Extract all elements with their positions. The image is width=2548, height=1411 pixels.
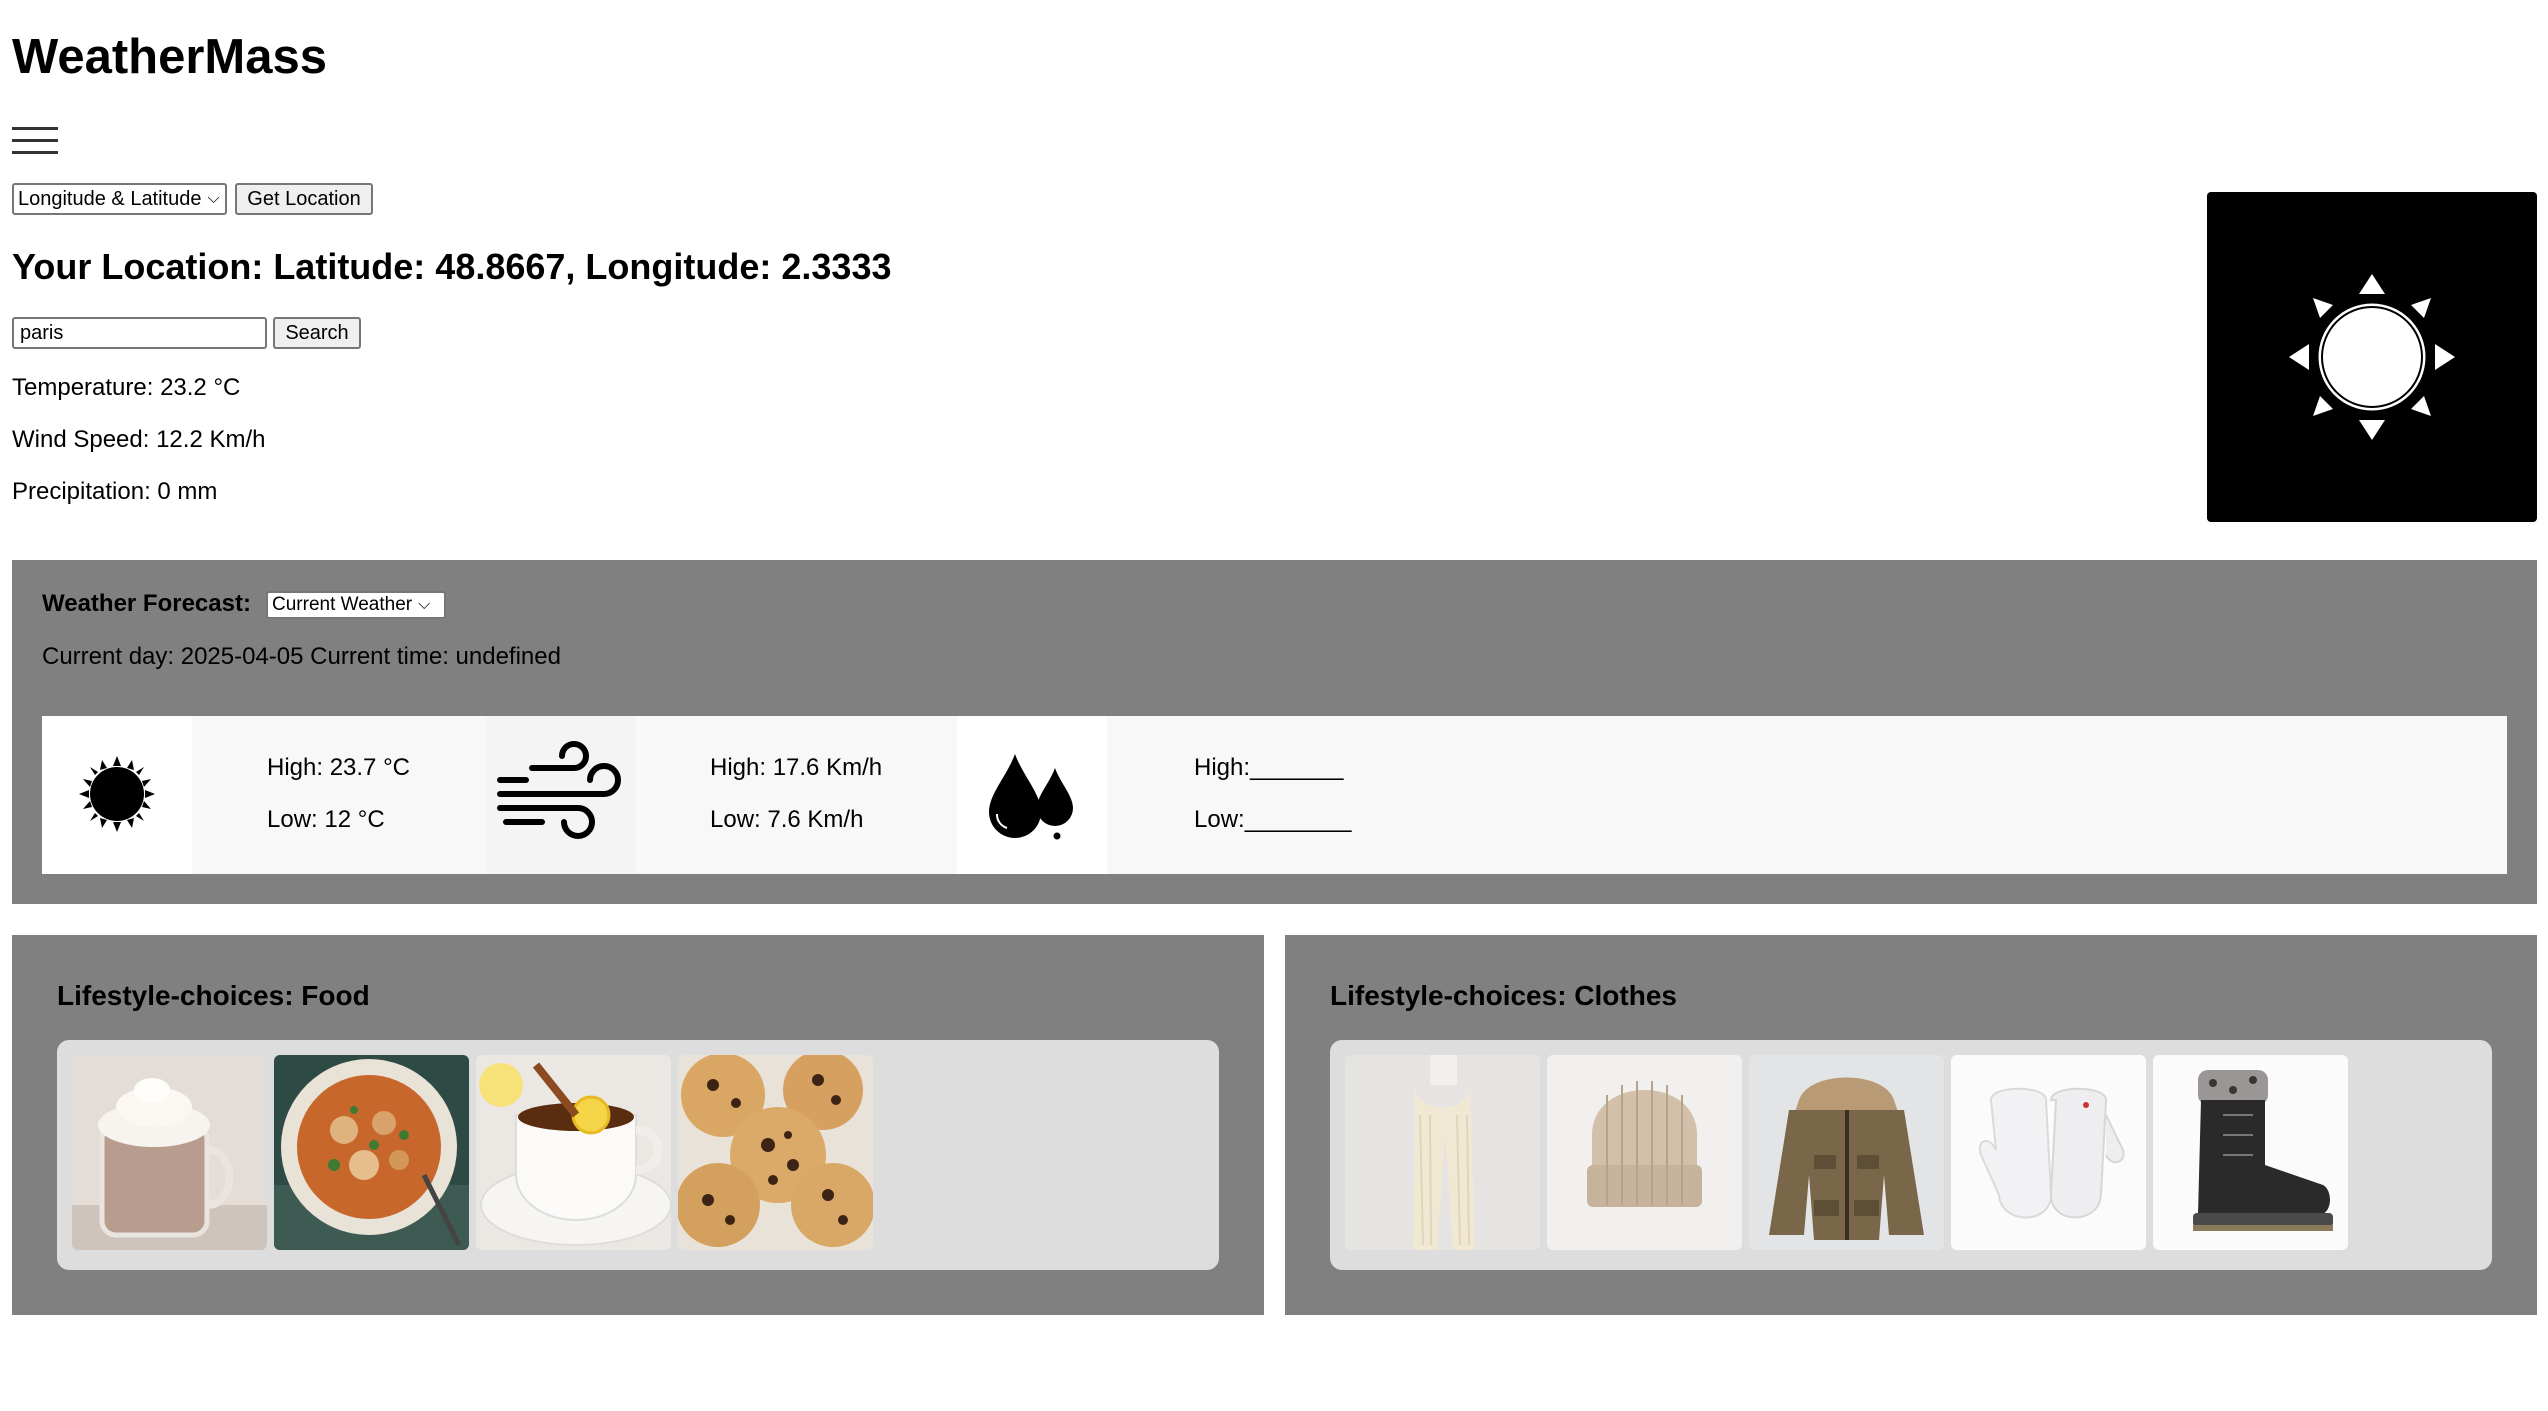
chevron-down-icon: ⌵ [207,190,220,207]
sun-icon [79,756,155,832]
scarf-image[interactable] [1345,1055,1540,1250]
parka-jacket-image[interactable] [1749,1055,1944,1250]
winter-boots-image[interactable] [2153,1055,2348,1250]
current-weather-image [2207,192,2537,522]
wind-icon [497,741,621,839]
lifestyle-food-title: Lifestyle-choices: Food [57,980,370,1011]
search-input[interactable]: paris [12,317,267,349]
lifestyle-clothes-panel: Lifestyle-choices: Clothes [1285,935,2537,1315]
app-title: WeatherMass [12,30,328,84]
get-location-button[interactable]: Get Location [235,183,373,215]
location-mode-select[interactable]: Longitude & Latitude ⌵ [12,183,227,215]
wind-high: High: 17.6 Km/h [710,754,883,781]
search-button[interactable]: Search [273,317,361,349]
chocolate-chip-cookies-image[interactable] [678,1055,873,1250]
wind-speed-readout: Wind Speed: 12.2 Km/h [12,426,266,453]
location-heading: Your Location: Latitude: 48.8667, Longit… [12,246,892,287]
precipitation-low: Low:________ [1194,806,1352,833]
precipitation-readout: Precipitation: 0 mm [12,478,218,505]
weather-forecast-panel: Weather Forecast: Current Weather ⌵ Curr… [12,560,2537,904]
beanie-image[interactable] [1547,1055,1742,1250]
forecast-summary-strip: High: 23.7 °C Low: 12 °C High: 17.6 Km/h… [42,716,2507,874]
forecast-label: Weather Forecast: [42,590,251,617]
hot-chocolate-image[interactable] [72,1055,267,1250]
temperature-low: Low: 12 °C [267,806,385,833]
wind-low: Low: 7.6 Km/h [710,806,864,833]
precipitation-high: High:_______ [1194,754,1344,781]
chevron-down-icon: ⌵ [418,596,431,613]
temperature-forecast-tile [42,716,192,874]
curry-soup-image[interactable] [274,1055,469,1250]
mittens-image[interactable] [1951,1055,2146,1250]
lemon-tea-image[interactable] [476,1055,671,1250]
forecast-mode-value: Current Weather [272,594,413,615]
current-day-time: Current day: 2025-04-05 Current time: un… [42,643,561,670]
clothes-gallery [1330,1040,2492,1270]
food-gallery [57,1040,1219,1270]
forecast-mode-select[interactable]: Current Weather ⌵ [266,591,446,619]
temperature-readout: Temperature: 23.2 °C [12,374,241,401]
raindrops-icon [989,754,1073,840]
temperature-high: High: 23.7 °C [267,754,411,781]
lifestyle-food-panel: Lifestyle-choices: Food [12,935,1264,1315]
location-mode-value: Longitude & Latitude [18,187,202,210]
wind-forecast-tile [486,716,636,874]
hamburger-menu-icon[interactable] [12,125,58,157]
lifestyle-clothes-title: Lifestyle-choices: Clothes [1330,980,1677,1011]
sun-icon [2289,274,2455,440]
precipitation-forecast-tile [957,716,1107,874]
